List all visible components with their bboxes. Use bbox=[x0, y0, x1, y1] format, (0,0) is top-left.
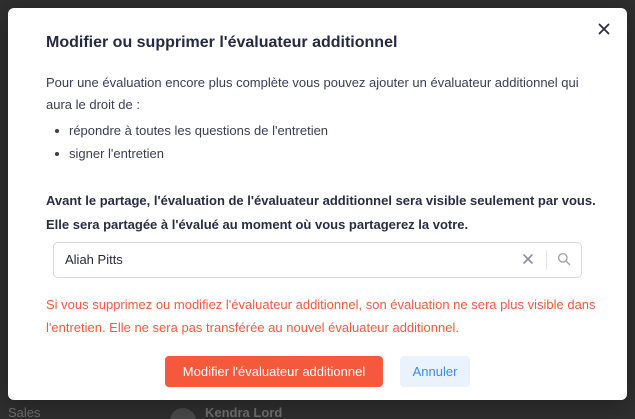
list-item: signer l'entretien bbox=[53, 142, 328, 165]
edit-evaluator-modal: Modifier ou supprimer l'évaluateur addit… bbox=[8, 8, 627, 400]
background-row-label: Sales bbox=[8, 405, 41, 419]
avatar bbox=[170, 408, 196, 419]
permissions-list: répondre à toutes les questions de l'ent… bbox=[53, 119, 328, 165]
warning-text: Si vous supprimez ou modifiez l'évaluate… bbox=[46, 297, 596, 335]
modal-title: Modifier ou supprimer l'évaluateur addit… bbox=[46, 34, 398, 51]
modify-evaluator-button[interactable]: Modifier l'évaluateur additionnel bbox=[165, 356, 383, 387]
search-divider bbox=[546, 250, 547, 270]
list-item: répondre à toutes les questions de l'ent… bbox=[53, 119, 328, 142]
intro-text: Pour une évaluation encore plus complète… bbox=[46, 75, 579, 112]
sharing-notice: Avant le partage, l'évaluation de l'éval… bbox=[46, 193, 596, 232]
search-input[interactable]: Aliah Pitts bbox=[65, 252, 123, 267]
clear-icon[interactable] bbox=[520, 251, 536, 267]
cancel-button[interactable]: Annuler bbox=[400, 356, 470, 387]
evaluator-search-field[interactable]: Aliah Pitts bbox=[53, 242, 582, 278]
background-table-row: Sales Kendra Lord bbox=[0, 402, 635, 419]
search-icon[interactable] bbox=[557, 252, 571, 266]
background-row-name: Kendra Lord bbox=[205, 405, 283, 419]
close-button[interactable] bbox=[595, 20, 613, 38]
close-icon bbox=[598, 23, 610, 35]
